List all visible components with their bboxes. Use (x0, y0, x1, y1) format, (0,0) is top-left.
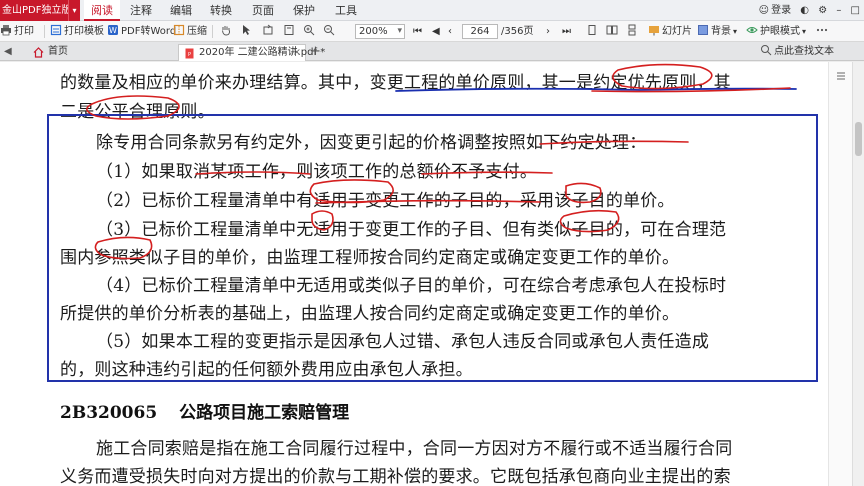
svg-text:P: P (188, 52, 191, 58)
user-icon[interactable]: ☺ (759, 5, 769, 16)
doc-line: 的，则这种违约引起的任何额外费用应由承包人承担。 (60, 360, 473, 380)
skin-icon[interactable]: ◐ (800, 5, 809, 16)
find-text-button[interactable]: 点此查找文本 (760, 41, 834, 62)
continuous-icon (628, 24, 636, 36)
eye-mode-button[interactable]: 护眼模式 ▾ (746, 21, 806, 42)
fit-page-button[interactable] (283, 21, 297, 42)
doc-line: （4）已标价工程量清单中无适用或类似子目的单价，可在综合考虑承包人在投标时 (96, 276, 727, 296)
search-icon (761, 45, 772, 56)
doc-line: 围内参照类似子目的单价，由监理工程师按合同约定商定或确定变更工作的单价。 (60, 248, 680, 268)
double-page-button[interactable] (606, 21, 620, 42)
svg-text:W: W (109, 26, 117, 35)
section-code: 2B320065 (60, 403, 158, 423)
hand-tool-button[interactable] (220, 21, 234, 42)
page-total: /356页 (501, 26, 534, 37)
print-button[interactable]: 打印 (0, 21, 34, 42)
compress-icon (173, 24, 185, 36)
doc-line: （5）如果本工程的变更指示是因承包人过错、承包人违反合同或承包人责任造成 (96, 332, 710, 352)
doc-line: 施工合同索赔是指在施工合同履行过程中，合同一方因对方不履行或不适当履行合同 (96, 439, 733, 459)
toolbar: 打印 打印模板 WPDF转Word 压缩 200% ⏮ ◀ ‹ 264 /356… (0, 21, 864, 42)
more-icon (816, 28, 828, 32)
chevron-down-icon[interactable]: ▾ (68, 0, 80, 21)
chevron-down-icon: ▾ (802, 27, 807, 36)
double-page-icon (606, 25, 618, 35)
pdf-file-icon: P (185, 48, 194, 59)
menu-convert[interactable]: 转换 (204, 0, 238, 21)
minimize-icon[interactable]: – (836, 5, 841, 16)
rotate-icon (263, 24, 273, 35)
slideshow-button[interactable]: 幻灯片 (648, 21, 692, 42)
zoom-out-icon (324, 25, 335, 36)
zoom-out-button[interactable] (323, 21, 337, 42)
menu-protect[interactable]: 保护 (287, 0, 321, 21)
tab-scroll-left-icon[interactable]: ◀ (4, 44, 12, 60)
single-page-icon (588, 25, 596, 35)
hand-icon (222, 26, 231, 36)
menu-edit[interactable]: 编辑 (164, 0, 198, 21)
chevron-down-icon: ▾ (733, 27, 738, 36)
new-tab-button[interactable]: + (310, 44, 321, 60)
last-page-button[interactable]: ⏭ (562, 21, 571, 42)
print-template-button[interactable]: 打印模板 (50, 21, 104, 42)
tab-home[interactable]: 首页 (28, 44, 148, 61)
doc-line: 所提供的单价分析表的基础上，由监理人按合同约定商定或确定变更工作的单价。 (60, 304, 680, 324)
page-number-input[interactable]: 264 (462, 24, 498, 39)
next-page-button[interactable]: › (546, 21, 550, 42)
menu-tools[interactable]: 工具 (329, 0, 363, 21)
template-icon (50, 24, 62, 36)
doc-line: （1）如果取消某项工作，则该项工作的总额价不予支付。 (96, 162, 538, 182)
menu-bar: 金山PDF独立版 ▾ 阅读 注释 编辑 转换 页面 保护 工具 ☺ 登录 ◐ ⚙ … (0, 0, 864, 21)
doc-line: （2）已标价工程量清单中有适用于变更工作的子目的，采用该子目的单价。 (96, 191, 675, 211)
word-icon: W (108, 25, 118, 35)
home-icon (33, 47, 44, 58)
printer-icon (1, 25, 11, 36)
outline-icon[interactable] (835, 70, 847, 82)
zoom-in-button[interactable] (303, 21, 317, 42)
first-page-button[interactable]: ⏮ (413, 21, 422, 42)
scroll-thumb[interactable] (855, 122, 862, 156)
settings-icon[interactable]: ⚙ (818, 5, 827, 16)
menu-annotate[interactable]: 注释 (124, 0, 158, 21)
right-panel-strip (828, 62, 852, 486)
doc-line: 义务而遭受损失时向对方提出的价款与工期补偿的要求。它既包括承包商向业主提出的索 (60, 467, 731, 486)
toolbar-divider (212, 25, 213, 38)
prev-page-button[interactable]: ◀ (432, 21, 440, 42)
slideshow-icon (649, 26, 659, 36)
cursor-icon (243, 25, 250, 35)
rotate-button[interactable] (262, 21, 276, 42)
vertical-scrollbar[interactable] (852, 62, 864, 486)
menu-read[interactable]: 阅读 (84, 0, 120, 21)
app-logo[interactable]: 金山PDF独立版 (0, 0, 68, 21)
prev-page-arrow-icon[interactable]: ‹ (448, 21, 452, 42)
doc-line: 的数量及相应的单价来办理结算。其中，变更工程的单价原则，其一是约定优先原则，其 (60, 73, 731, 93)
compress-button[interactable]: 压缩 (173, 21, 207, 42)
zoom-in-icon (304, 25, 315, 36)
tab-document[interactable]: P 2020年 二建公路精讲.pdf * × (178, 44, 325, 61)
maximize-icon[interactable]: □ (851, 5, 860, 16)
document-tabs: ◀ 首页 P 2020年 二建公路精讲.pdf * × + 点此查找文本 (0, 42, 864, 61)
fit-page-icon (284, 25, 294, 35)
toolbar-more-button[interactable] (816, 21, 830, 42)
eye-icon (746, 27, 758, 33)
background-icon (698, 25, 708, 35)
toolbar-divider (44, 25, 45, 38)
background-button[interactable]: 背景 ▾ (697, 21, 737, 42)
login-link[interactable]: 登录 (771, 5, 791, 16)
menu-page[interactable]: 页面 (246, 0, 280, 21)
continuous-button[interactable] (626, 21, 640, 42)
section-title: 公路项目施工索赔管理 (179, 403, 350, 423)
doc-line: 除专用合同条款另有约定外，因变更引起的价格调整按照如下约定处理： (96, 133, 647, 153)
close-tab-icon[interactable]: × (293, 45, 301, 61)
document-viewport[interactable]: 的数量及相应的单价来办理结算。其中，变更工程的单价原则，其一是约定优先原则，其 … (0, 62, 864, 486)
doc-line: （3）已标价工程量清单中无适用于变更工作的子目、但有类似子目的，可在合理范 (96, 220, 727, 240)
section-heading: 2B320065 公路项目施工索赔管理 (60, 398, 349, 423)
pdf-to-word-button[interactable]: W PDF转Word (107, 21, 176, 42)
single-page-button[interactable] (586, 21, 600, 42)
zoom-select[interactable]: 200% (355, 24, 405, 39)
window-controls: ☺ 登录 ◐ ⚙ – □ (753, 0, 860, 21)
select-tool-button[interactable] (240, 21, 254, 42)
